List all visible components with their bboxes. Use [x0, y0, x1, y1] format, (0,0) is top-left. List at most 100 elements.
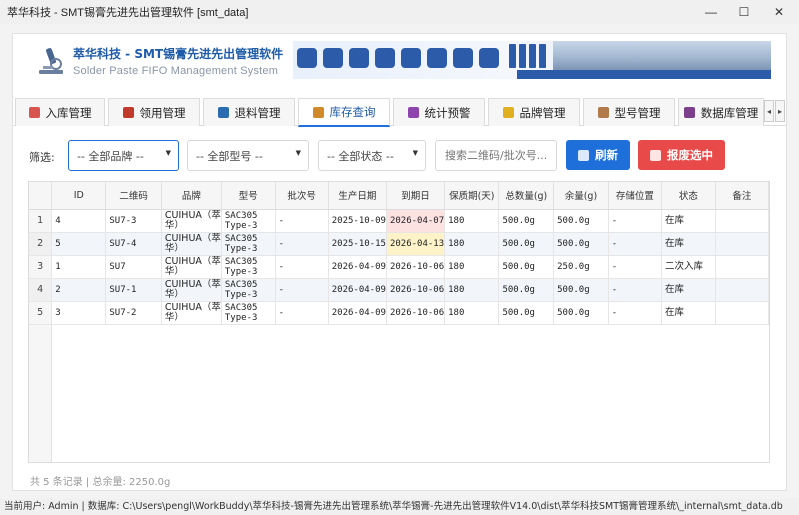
- row-number[interactable]: 5: [29, 301, 53, 325]
- column-header[interactable]: 批次号: [275, 182, 329, 210]
- cell-expiry-date[interactable]: 2026-04-13: [386, 232, 446, 256]
- cell-total[interactable]: 500.0g: [498, 301, 555, 325]
- cell-qr[interactable]: SU7-2: [105, 301, 162, 325]
- model-select[interactable]: -- 全部型号 -- ▼: [187, 140, 309, 171]
- cell-total[interactable]: 500.0g: [498, 232, 555, 256]
- cell-location[interactable]: -: [608, 232, 662, 256]
- cell-model[interactable]: SAC305 Type-3: [221, 209, 276, 233]
- cell-brand[interactable]: CUIHUA（萃 华）: [161, 301, 222, 325]
- cell-production-date[interactable]: 2025-10-09: [328, 209, 387, 233]
- cell-note[interactable]: [715, 232, 769, 256]
- cell-id[interactable]: 4: [51, 209, 107, 233]
- tab-model[interactable]: 型号管理: [583, 98, 675, 126]
- cell-id[interactable]: 1: [51, 255, 107, 279]
- column-header[interactable]: ID: [51, 182, 107, 210]
- maximize-button[interactable]: ☐: [727, 0, 761, 24]
- cell-remaining[interactable]: 500.0g: [553, 301, 609, 325]
- refresh-button[interactable]: 刷新: [566, 140, 630, 170]
- column-header[interactable]: 余量(g): [553, 182, 609, 210]
- cell-brand[interactable]: CUIHUA（萃 华）: [161, 255, 222, 279]
- search-input[interactable]: [435, 140, 557, 171]
- cell-status[interactable]: 在库: [661, 278, 716, 302]
- cell-note[interactable]: [715, 278, 769, 302]
- brand-select[interactable]: -- 全部品牌 -- ▼: [68, 140, 179, 171]
- tab-scroll-right-button[interactable]: ▸: [775, 100, 785, 122]
- cell-production-date[interactable]: 2026-04-09: [328, 278, 387, 302]
- cell-status[interactable]: 二次入库: [661, 255, 716, 279]
- cell-shelf-life[interactable]: 180: [444, 255, 500, 279]
- tab-scroll-left-button[interactable]: ◂: [764, 100, 774, 122]
- column-header[interactable]: 总数量(g): [498, 182, 555, 210]
- cell-qr[interactable]: SU7: [105, 255, 162, 279]
- row-number[interactable]: 3: [29, 255, 53, 279]
- cell-batch[interactable]: -: [275, 301, 329, 325]
- cell-qr[interactable]: SU7-4: [105, 232, 162, 256]
- cell-brand[interactable]: CUIHUA（萃 华）: [161, 278, 222, 302]
- cell-note[interactable]: [715, 301, 769, 325]
- cell-production-date[interactable]: 2025-10-15: [328, 232, 387, 256]
- cell-expiry-date[interactable]: 2026-10-06: [386, 255, 446, 279]
- row-number[interactable]: 2: [29, 232, 53, 256]
- cell-expiry-date[interactable]: 2026-10-06: [386, 278, 446, 302]
- cell-brand[interactable]: CUIHUA（萃 华）: [161, 209, 222, 233]
- cell-shelf-life[interactable]: 180: [444, 209, 500, 233]
- cell-model[interactable]: SAC305 Type-3: [221, 278, 276, 302]
- cell-id[interactable]: 3: [51, 301, 107, 325]
- tab-inbound[interactable]: 入库管理: [15, 98, 105, 126]
- cell-batch[interactable]: -: [275, 209, 329, 233]
- tab-statistics[interactable]: 统计预警: [393, 98, 485, 126]
- row-number[interactable]: 4: [29, 278, 53, 302]
- row-number[interactable]: 1: [29, 209, 53, 233]
- cell-model[interactable]: SAC305 Type-3: [221, 255, 276, 279]
- tab-inventory[interactable]: 库存查询: [298, 98, 390, 127]
- column-header[interactable]: 存储位置: [608, 182, 662, 210]
- column-header[interactable]: 到期日: [386, 182, 446, 210]
- tab-usage[interactable]: 领用管理: [108, 98, 200, 126]
- corner-cell[interactable]: [29, 182, 53, 210]
- cell-model[interactable]: SAC305 Type-3: [221, 301, 276, 325]
- table-row[interactable]: 2 5 SU7-4 CUIHUA（萃 华） SAC305 Type-3 - 2025…: [29, 232, 769, 256]
- column-header[interactable]: 品牌: [161, 182, 222, 210]
- table-row[interactable]: 5 3 SU7-2 CUIHUA（萃 华） SAC305 Type-3 - 2026…: [29, 301, 769, 325]
- cell-note[interactable]: [715, 209, 769, 233]
- column-header[interactable]: 备注: [715, 182, 769, 210]
- column-header[interactable]: 二维码: [105, 182, 162, 210]
- cell-remaining[interactable]: 250.0g: [553, 255, 609, 279]
- cell-model[interactable]: SAC305 Type-3: [221, 232, 276, 256]
- cell-batch[interactable]: -: [275, 255, 329, 279]
- cell-id[interactable]: 2: [51, 278, 107, 302]
- column-header[interactable]: 保质期(天): [444, 182, 500, 210]
- cell-total[interactable]: 500.0g: [498, 255, 555, 279]
- tab-return[interactable]: 退料管理: [203, 98, 295, 126]
- cell-expiry-date[interactable]: 2026-10-06: [386, 301, 446, 325]
- cell-remaining[interactable]: 500.0g: [553, 278, 609, 302]
- cell-shelf-life[interactable]: 180: [444, 232, 500, 256]
- cell-remaining[interactable]: 500.0g: [553, 232, 609, 256]
- close-button[interactable]: ✕: [762, 0, 796, 24]
- cell-note[interactable]: [715, 255, 769, 279]
- table-row[interactable]: 4 2 SU7-1 CUIHUA（萃 华） SAC305 Type-3 - 2026…: [29, 278, 769, 302]
- cell-location[interactable]: -: [608, 278, 662, 302]
- cell-status[interactable]: 在库: [661, 209, 716, 233]
- cell-shelf-life[interactable]: 180: [444, 278, 500, 302]
- cell-total[interactable]: 500.0g: [498, 209, 555, 233]
- cell-shelf-life[interactable]: 180: [444, 301, 500, 325]
- cell-status[interactable]: 在库: [661, 301, 716, 325]
- cell-remaining[interactable]: 500.0g: [553, 209, 609, 233]
- table-row[interactable]: 3 1 SU7 CUIHUA（萃 华） SAC305 Type-3 - 2026-0…: [29, 255, 769, 279]
- table-row[interactable]: 1 4 SU7-3 CUIHUA（萃 华） SAC305 Type-3 - 2025…: [29, 209, 769, 233]
- cell-location[interactable]: -: [608, 255, 662, 279]
- tab-brand[interactable]: 品牌管理: [488, 98, 580, 126]
- status-select[interactable]: -- 全部状态 -- ▼: [318, 140, 426, 171]
- cell-batch[interactable]: -: [275, 278, 329, 302]
- cell-qr[interactable]: SU7-3: [105, 209, 162, 233]
- cell-production-date[interactable]: 2026-04-09: [328, 301, 387, 325]
- cell-total[interactable]: 500.0g: [498, 278, 555, 302]
- tab-database[interactable]: 数据库管理: [678, 98, 764, 126]
- cell-production-date[interactable]: 2026-04-09: [328, 255, 387, 279]
- cell-batch[interactable]: -: [275, 232, 329, 256]
- cell-location[interactable]: -: [608, 301, 662, 325]
- cell-expiry-date[interactable]: 2026-04-07: [386, 209, 446, 233]
- cell-qr[interactable]: SU7-1: [105, 278, 162, 302]
- column-header[interactable]: 生产日期: [328, 182, 387, 210]
